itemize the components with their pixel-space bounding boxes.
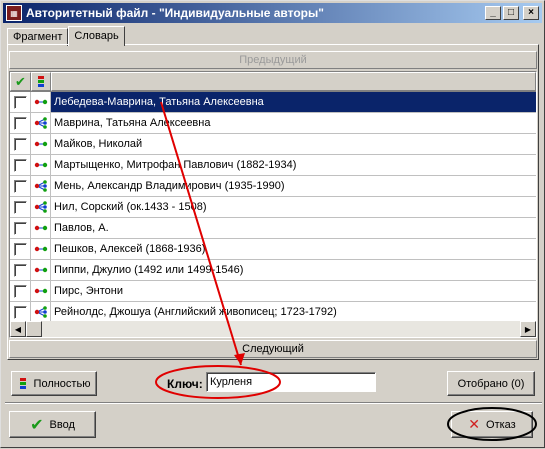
- row-checkbox[interactable]: [13, 116, 27, 130]
- row-checkbox-cell: [10, 176, 31, 196]
- name-column-header[interactable]: [51, 72, 536, 91]
- list-item[interactable]: Пиппи, Джулио (1492 или 1499-1546): [10, 260, 536, 281]
- link-dot-icon: [31, 134, 51, 154]
- author-name[interactable]: Пешков, Алексей (1868-1936): [51, 239, 536, 259]
- link-dot-icon: [31, 218, 51, 238]
- dialog-window: ▦ Авторитетный файл - "Индивидуальные ав…: [0, 0, 545, 448]
- row-checkbox-cell: [10, 218, 31, 238]
- previous-button[interactable]: Предыдущий: [9, 51, 537, 69]
- check-icon: ✔: [30, 416, 44, 434]
- maximize-button[interactable]: □: [503, 6, 519, 20]
- link-dot-icon: [31, 155, 51, 175]
- row-checkbox-cell: [10, 197, 31, 217]
- type-column-header[interactable]: [31, 72, 51, 91]
- list-item[interactable]: Пирс, Энтони: [10, 281, 536, 302]
- row-checkbox[interactable]: [13, 284, 27, 298]
- row-checkbox-cell: [10, 92, 31, 112]
- grid-header: ✔: [10, 72, 536, 92]
- tab-strip: Фрагмент Словарь: [7, 26, 125, 46]
- branch-icon: [31, 176, 51, 196]
- list-item[interactable]: Нил, Сорский (ок.1433 - 1508): [10, 197, 536, 218]
- author-name[interactable]: Маврина, Татьяна Алексеевна: [51, 113, 536, 133]
- list-item[interactable]: Павлов, А.: [10, 218, 536, 239]
- horizontal-scrollbar[interactable]: ◀ ▶: [10, 321, 536, 337]
- author-name[interactable]: Рейнолдс, Джошуа (Английский живописец; …: [51, 302, 536, 322]
- row-checkbox[interactable]: [13, 263, 27, 277]
- row-checkbox[interactable]: [13, 221, 27, 235]
- scroll-thumb[interactable]: [26, 321, 42, 337]
- tab-dictionary[interactable]: Словарь: [68, 26, 125, 46]
- ok-button[interactable]: ✔ Ввод: [9, 411, 96, 438]
- row-checkbox-cell: [10, 239, 31, 259]
- row-checkbox[interactable]: [13, 95, 27, 109]
- app-icon: ▦: [6, 5, 22, 21]
- list-item[interactable]: Лебедева-Маврина, Татьяна Алексеевна: [10, 92, 536, 113]
- row-checkbox-cell: [10, 260, 31, 280]
- next-button[interactable]: Следующий: [9, 340, 537, 358]
- row-checkbox[interactable]: [13, 158, 27, 172]
- author-name[interactable]: Нил, Сорский (ок.1433 - 1508): [51, 197, 536, 217]
- authority-list: ✔ Лебедева-Маврина, Татьяна Алексеевна Ма…: [9, 71, 537, 338]
- list-item[interactable]: Мень, Александр Владимирович (1935-1990): [10, 176, 536, 197]
- separator: [5, 402, 542, 404]
- author-name[interactable]: Лебедева-Маврина, Татьяна Алексеевна: [51, 92, 536, 112]
- minimize-button[interactable]: _: [485, 6, 501, 20]
- list-item[interactable]: Маврина, Татьяна Алексеевна: [10, 113, 536, 134]
- row-checkbox-cell: [10, 134, 31, 154]
- author-name[interactable]: Павлов, А.: [51, 218, 536, 238]
- selected-count-button[interactable]: Отобрано (0): [447, 371, 535, 396]
- row-checkbox[interactable]: [13, 200, 27, 214]
- link-dot-icon: [31, 239, 51, 259]
- scroll-left-icon[interactable]: ◀: [10, 321, 26, 337]
- branch-icon: [31, 302, 51, 322]
- scroll-track[interactable]: [42, 321, 520, 337]
- stack-icon: [38, 75, 44, 87]
- full-button[interactable]: Полностью: [11, 371, 97, 396]
- branch-icon: [31, 197, 51, 217]
- author-name[interactable]: Пирс, Энтони: [51, 281, 536, 301]
- scroll-right-icon[interactable]: ▶: [520, 321, 536, 337]
- select-all-check-icon[interactable]: ✔: [10, 72, 31, 91]
- row-checkbox-cell: [10, 281, 31, 301]
- cancel-x-icon: ✕: [468, 416, 481, 432]
- window-title: Авторитетный файл - "Индивидуальные авто…: [26, 6, 324, 20]
- row-checkbox[interactable]: [13, 242, 27, 256]
- link-dot-icon: [31, 260, 51, 280]
- key-label: Ключ:: [167, 377, 203, 391]
- list-item[interactable]: Рейнолдс, Джошуа (Английский живописец; …: [10, 302, 536, 323]
- author-name[interactable]: Пиппи, Джулио (1492 или 1499-1546): [51, 260, 536, 280]
- link-dot-icon: [31, 92, 51, 112]
- rows-container: Лебедева-Маврина, Татьяна Алексеевна Мавр…: [10, 92, 536, 323]
- ok-button-label: Ввод: [49, 418, 75, 431]
- cancel-button[interactable]: ✕ Отказ: [451, 411, 533, 438]
- author-name[interactable]: Майков, Николай: [51, 134, 536, 154]
- row-checkbox[interactable]: [13, 137, 27, 151]
- author-name[interactable]: Мень, Александр Владимирович (1935-1990): [51, 176, 536, 196]
- row-checkbox[interactable]: [13, 305, 27, 319]
- stack-icon: [19, 377, 26, 389]
- link-dot-icon: [31, 281, 51, 301]
- key-input[interactable]: [206, 372, 376, 392]
- close-button[interactable]: ×: [523, 6, 539, 20]
- author-name[interactable]: Мартыщенко, Митрофан Павлович (1882-1934…: [51, 155, 536, 175]
- cancel-button-label: Отказ: [486, 418, 516, 431]
- title-bar[interactable]: ▦ Авторитетный файл - "Индивидуальные ав…: [3, 3, 542, 23]
- row-checkbox[interactable]: [13, 179, 27, 193]
- branch-icon: [31, 113, 51, 133]
- list-item[interactable]: Пешков, Алексей (1868-1936): [10, 239, 536, 260]
- row-checkbox-cell: [10, 302, 31, 322]
- row-checkbox-cell: [10, 155, 31, 175]
- row-checkbox-cell: [10, 113, 31, 133]
- full-button-label: Полностью: [33, 377, 91, 390]
- list-item[interactable]: Мартыщенко, Митрофан Павлович (1882-1934…: [10, 155, 536, 176]
- list-item[interactable]: Майков, Николай: [10, 134, 536, 155]
- selected-count-label: Отобрано (0): [457, 377, 525, 390]
